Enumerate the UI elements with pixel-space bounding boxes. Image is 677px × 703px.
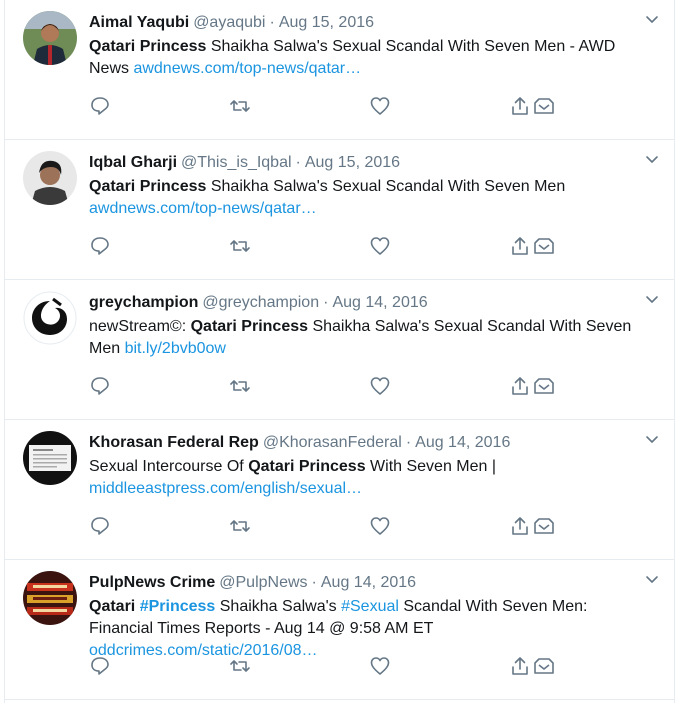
tweet-text: Qatari #Princess Shaikha Salwa's #Sexual… (89, 596, 652, 662)
heart-icon[interactable] (369, 95, 391, 117)
avatar[interactable] (23, 291, 77, 345)
tweet[interactable]: Khorasan Federal Rep @KhorasanFederal · Aug… (5, 420, 674, 560)
separator: · (295, 154, 301, 171)
hashtag[interactable]: #Princess (140, 598, 216, 615)
tweet-prefix: Sexual Intercourse Of (89, 458, 249, 475)
tweet-text: Sexual Intercourse Of Qatari Princess Wi… (89, 456, 652, 500)
tweet-header: greychampion @greychampion · Aug 14, 2016 (89, 292, 634, 314)
tweet-body: With Seven Men | (365, 458, 497, 475)
tweet-text: Qatari Princess Shaikha Salwa's Sexual S… (89, 176, 652, 220)
keyword-bold: Qatari Princess (89, 38, 207, 55)
keyword-bold: Qatari Princess (89, 178, 207, 195)
reply-icon[interactable] (89, 235, 111, 257)
chevron-down-icon[interactable] (644, 572, 660, 588)
tweet-actions (89, 235, 559, 261)
keyword-bold: Qatari (89, 598, 136, 615)
chevron-down-icon[interactable] (644, 292, 660, 308)
tweet-prefix: newStream©: (89, 318, 191, 335)
share-icon[interactable] (509, 515, 531, 537)
tweet-actions (89, 95, 559, 121)
tweet-header: Aimal Yaqubi @ayaqubi · Aug 15, 2016 (89, 12, 634, 34)
tweet[interactable]: Aimal Yaqubi @ayaqubi · Aug 15, 2016 Qatari… (5, 0, 674, 140)
tweet-link[interactable]: awdnews.com/top-news/qatar… (133, 60, 361, 77)
avatar[interactable] (23, 11, 77, 65)
heart-icon[interactable] (369, 235, 391, 257)
separator: · (405, 434, 412, 451)
reply-icon[interactable] (89, 655, 111, 677)
retweet-icon[interactable] (229, 655, 251, 677)
direct-message-icon[interactable] (533, 95, 555, 117)
tweet-actions (89, 375, 559, 401)
direct-message-icon[interactable] (533, 375, 555, 397)
author-name[interactable]: Khorasan Federal Rep (89, 434, 259, 451)
tweet-link[interactable]: awdnews.com/top-news/qatar… (89, 200, 317, 217)
direct-message-icon[interactable] (533, 515, 555, 537)
reply-icon[interactable] (89, 95, 111, 117)
tweet-date[interactable]: Aug 15, 2016 (279, 14, 374, 31)
tweet-date[interactable]: Aug 14, 2016 (415, 434, 510, 451)
reply-icon[interactable] (89, 375, 111, 397)
heart-icon[interactable] (369, 655, 391, 677)
tweet-timeline: Aimal Yaqubi @ayaqubi · Aug 15, 2016 Qatari… (4, 0, 675, 703)
keyword-bold: Qatari Princess (190, 318, 309, 335)
share-icon[interactable] (509, 95, 531, 117)
tweet-header: Khorasan Federal Rep @KhorasanFederal · Aug… (89, 432, 634, 454)
author-name[interactable]: greychampion (89, 294, 198, 311)
separator: · (323, 294, 329, 311)
avatar[interactable] (23, 571, 77, 625)
tweet-header: PulpNews Crime @PulpNews · Aug 14, 2016 (89, 572, 634, 594)
direct-message-icon[interactable] (533, 235, 555, 257)
tweet-link[interactable]: middleeastpress.com/english/sexual… (89, 480, 362, 497)
avatar[interactable] (23, 431, 77, 485)
share-icon[interactable] (509, 235, 531, 257)
separator: · (269, 14, 275, 31)
tweet[interactable]: Iqbal Gharji @This_is_Iqbal · Aug 15, 2016 … (5, 140, 674, 280)
tweet-text: newStream©: Qatari Princess Shaikha Salw… (89, 316, 652, 360)
hashtag[interactable]: #Sexual (341, 598, 399, 615)
tweet-date[interactable]: Aug 15, 2016 (305, 154, 400, 171)
reply-icon[interactable] (89, 515, 111, 537)
tweet-date[interactable]: Aug 14, 2016 (332, 294, 427, 311)
tweet-body: Shaikha Salwa's Sexual Scandal With Seve… (206, 178, 566, 195)
author-handle[interactable]: @ayaqubi (193, 14, 265, 31)
avatar[interactable] (23, 151, 77, 205)
tweet[interactable]: greychampion @greychampion · Aug 14, 2016 n… (5, 280, 674, 420)
retweet-icon[interactable] (229, 515, 251, 537)
chevron-down-icon[interactable] (644, 152, 660, 168)
tweet-link[interactable]: bit.ly/2bvb0ow (125, 340, 226, 357)
keyword-bold: Qatari Princess (248, 458, 366, 475)
retweet-icon[interactable] (229, 235, 251, 257)
direct-message-icon[interactable] (533, 655, 555, 677)
author-name[interactable]: Aimal Yaqubi (89, 14, 189, 31)
chevron-down-icon[interactable] (644, 432, 660, 448)
author-name[interactable]: Iqbal Gharji (89, 154, 177, 171)
share-icon[interactable] (509, 375, 531, 397)
tweet[interactable]: PulpNews Crime @PulpNews · Aug 14, 2016 Qat… (5, 560, 674, 700)
heart-icon[interactable] (369, 515, 391, 537)
tweet-text: Qatari Princess Shaikha Salwa's Sexual S… (89, 36, 652, 80)
retweet-icon[interactable] (229, 95, 251, 117)
author-handle[interactable]: @PulpNews (219, 574, 307, 591)
tweet-actions (89, 655, 559, 681)
author-handle[interactable]: @This_is_Iqbal (181, 154, 292, 171)
chevron-down-icon[interactable] (644, 12, 660, 28)
author-handle[interactable]: @KhorasanFederal (263, 434, 402, 451)
retweet-icon[interactable] (229, 375, 251, 397)
separator: · (311, 574, 317, 591)
heart-icon[interactable] (369, 375, 391, 397)
author-handle[interactable]: @greychampion (202, 294, 319, 311)
tweet-date[interactable]: Aug 14, 2016 (321, 574, 416, 591)
share-icon[interactable] (509, 655, 531, 677)
tweet-body: Shaikha Salwa's (215, 598, 342, 615)
tweet-actions (89, 515, 559, 541)
author-name[interactable]: PulpNews Crime (89, 574, 215, 591)
tweet-header: Iqbal Gharji @This_is_Iqbal · Aug 15, 2016 (89, 152, 634, 174)
